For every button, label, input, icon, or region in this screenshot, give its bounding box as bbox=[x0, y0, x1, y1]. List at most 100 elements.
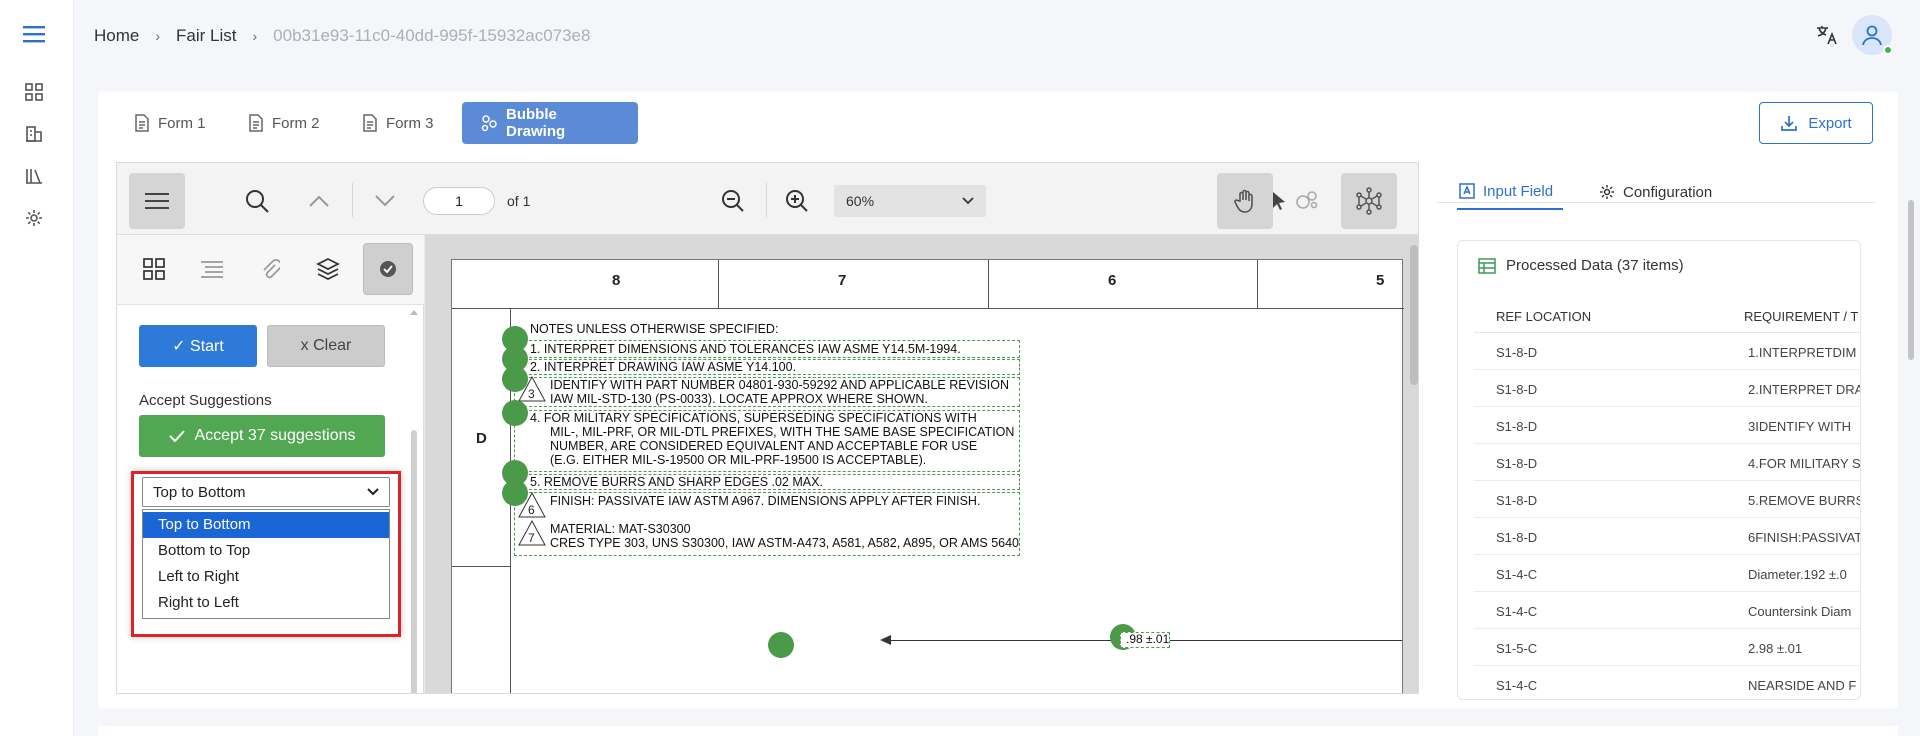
chevron-down-icon bbox=[962, 197, 974, 205]
flag-number: 7 bbox=[528, 531, 535, 545]
export-button[interactable]: Export bbox=[1759, 102, 1873, 144]
bubble-marker[interactable] bbox=[502, 366, 528, 392]
note-line: 5. REMOVE BURRS AND SHARP EDGES .02 MAX. bbox=[530, 475, 823, 489]
breadcrumb-fair-list[interactable]: Fair List bbox=[176, 26, 236, 46]
table-row[interactable]: S1-8-D 6FINISH:PASSIVAT bbox=[1474, 518, 1861, 555]
table-row[interactable]: S1-4-C Diameter.192 ±.0 bbox=[1474, 555, 1860, 592]
note-line: CRES TYPE 303, UNS S30300, IAW ASTM-A473… bbox=[550, 536, 1020, 550]
notes-title: NOTES UNLESS OTHERWISE SPECIFIED: bbox=[530, 322, 779, 336]
paperclip-icon bbox=[260, 257, 280, 281]
search-icon bbox=[244, 188, 270, 214]
toolbar-divider bbox=[766, 183, 767, 217]
page-count-label: of 1 bbox=[507, 193, 531, 209]
sort-order-select[interactable]: Top to Bottom bbox=[142, 477, 390, 507]
table-row[interactable]: S1-8-D 2.INTERPRET DRA bbox=[1474, 370, 1860, 407]
zone-divider bbox=[988, 260, 989, 308]
form-field-icon bbox=[1459, 183, 1475, 199]
tab-input-field[interactable]: Input Field bbox=[1457, 174, 1564, 210]
bubble-tool-button[interactable] bbox=[1279, 173, 1335, 229]
translate-icon[interactable] bbox=[1816, 24, 1840, 46]
note-line: IAW MIL-STD-130 (PS-0033). LOCATE APPROX… bbox=[550, 392, 928, 406]
note-line: MIL-, MIL-PRF, OR MIL-DTL PREFIXES, WITH… bbox=[550, 425, 1015, 439]
zoom-in-button[interactable] bbox=[769, 173, 825, 229]
ref-location-cell: S1-8-D bbox=[1496, 530, 1538, 545]
breadcrumb-home[interactable]: Home bbox=[94, 26, 139, 46]
tab-form-1[interactable]: Form 1 bbox=[116, 102, 224, 144]
requirement-cell: 6FINISH:PASSIVAT bbox=[1748, 530, 1861, 545]
menu-icon bbox=[145, 192, 169, 210]
previous-page-button[interactable] bbox=[291, 173, 347, 229]
tab-configuration[interactable]: Configuration bbox=[1599, 174, 1712, 210]
ref-location-cell: S1-8-D bbox=[1496, 345, 1538, 360]
table-row[interactable]: S1-4-C NEARSIDE AND F bbox=[1474, 666, 1860, 699]
building-icon[interactable] bbox=[22, 122, 46, 146]
library-icon[interactable] bbox=[22, 164, 46, 188]
bubble-marker[interactable] bbox=[502, 400, 528, 426]
column-header-ref-location[interactable]: REF LOCATION bbox=[1496, 309, 1591, 324]
ref-location-cell: S1-8-D bbox=[1496, 493, 1538, 508]
online-status-dot bbox=[1883, 45, 1893, 55]
ref-location-cell: S1-8-D bbox=[1496, 382, 1538, 397]
toggle-sidebar-button[interactable] bbox=[129, 173, 185, 229]
zoom-out-button[interactable] bbox=[705, 173, 761, 229]
bubble-panel: ✓ Start x Clear Accept Suggestions Accep… bbox=[117, 235, 424, 693]
viewer-toolbar: 1 of 1 60% bbox=[117, 163, 1418, 235]
table-row[interactable]: S1-8-D 4.FOR MILITARY S bbox=[1474, 444, 1860, 481]
drawing-border bbox=[452, 566, 510, 567]
table-row[interactable]: S1-4-C Countersink Diam bbox=[1474, 592, 1860, 629]
panel-scrollbar[interactable] bbox=[408, 305, 420, 693]
start-button[interactable]: ✓ Start bbox=[139, 325, 257, 367]
drawing-canvas[interactable]: 8 7 6 5 D NOTES UNLESS OTHERWISE SPECIFI… bbox=[425, 235, 1418, 693]
gear-icon[interactable] bbox=[22, 206, 46, 230]
table-row[interactable]: S1-8-D 3IDENTIFY WITH bbox=[1474, 407, 1860, 444]
dashboard-icon[interactable] bbox=[22, 80, 46, 104]
sort-option-right-to-left[interactable]: Right to Left bbox=[143, 590, 389, 616]
tab-divider bbox=[1437, 202, 1875, 203]
sort-option-left-to-right[interactable]: Left to Right bbox=[143, 564, 389, 590]
zoom-select[interactable]: 60% bbox=[834, 185, 986, 217]
zoom-value: 60% bbox=[846, 193, 875, 209]
table-row[interactable]: S1-5-C 2.98 ±.01 bbox=[1474, 629, 1860, 666]
drawing-scrollbar[interactable] bbox=[1410, 245, 1418, 385]
bubbles-panel-button[interactable] bbox=[363, 243, 413, 295]
sort-option-top-to-bottom[interactable]: Top to Bottom bbox=[143, 512, 389, 538]
page-scrollbar[interactable] bbox=[1908, 200, 1914, 360]
tab-form-3[interactable]: Form 3 bbox=[344, 102, 452, 144]
tab-form-2[interactable]: Form 2 bbox=[230, 102, 338, 144]
zone-divider bbox=[1257, 260, 1258, 308]
clear-button[interactable]: x Clear bbox=[267, 325, 385, 367]
thumbnails-button[interactable] bbox=[129, 243, 179, 295]
document-icon bbox=[134, 114, 150, 132]
note-line: 2. INTERPRET DRAWING IAW ASME Y14.100. bbox=[530, 360, 797, 374]
bubble-marker[interactable] bbox=[502, 480, 528, 506]
search-button[interactable] bbox=[229, 173, 285, 229]
attachments-button[interactable] bbox=[245, 243, 295, 295]
ref-location-cell: S1-5-C bbox=[1496, 641, 1538, 656]
network-tool-button[interactable] bbox=[1341, 173, 1397, 229]
pan-tool-button[interactable] bbox=[1217, 173, 1273, 229]
note-line: 4. FOR MILITARY SPECIFICATIONS, SUPERSED… bbox=[530, 411, 977, 425]
check-circle-icon bbox=[379, 260, 397, 278]
layers-button[interactable] bbox=[303, 243, 353, 295]
avatar[interactable] bbox=[1852, 15, 1893, 55]
table-row[interactable]: S1-8-D 5.REMOVE BURRS bbox=[1474, 481, 1860, 518]
download-icon bbox=[1780, 114, 1798, 132]
export-label: Export bbox=[1808, 114, 1852, 132]
bubble-marker[interactable] bbox=[768, 632, 794, 658]
note-line: MATERIAL: MAT-S30300 bbox=[550, 522, 691, 536]
sort-option-bottom-to-top[interactable]: Bottom to Top bbox=[143, 538, 389, 564]
processed-data-label: Processed Data (37 items) bbox=[1506, 257, 1684, 274]
ref-location-cell: S1-4-C bbox=[1496, 604, 1538, 619]
chevron-right-icon: › bbox=[252, 28, 258, 44]
breadcrumb-current: 00b31e93-11c0-40dd-995f-15932ac073e8 bbox=[273, 26, 591, 45]
column-header-requirement[interactable]: REQUIREMENT / T bbox=[1744, 309, 1858, 324]
next-page-button[interactable] bbox=[357, 173, 413, 229]
outline-button[interactable] bbox=[187, 243, 237, 295]
table-row[interactable]: S1-8-D 1.INTERPRETDIM bbox=[1474, 333, 1860, 370]
menu-icon[interactable] bbox=[22, 22, 46, 46]
tab-bubble-drawing[interactable]: Bubble Drawing bbox=[462, 102, 638, 144]
processed-data-title: Processed Data (37 items) bbox=[1478, 257, 1684, 274]
page-number-input[interactable]: 1 bbox=[423, 187, 495, 215]
processed-data-card: Processed Data (37 items) REF LOCATION R… bbox=[1457, 240, 1861, 700]
accept-suggestions-button[interactable]: Accept 37 suggestions bbox=[139, 415, 385, 457]
